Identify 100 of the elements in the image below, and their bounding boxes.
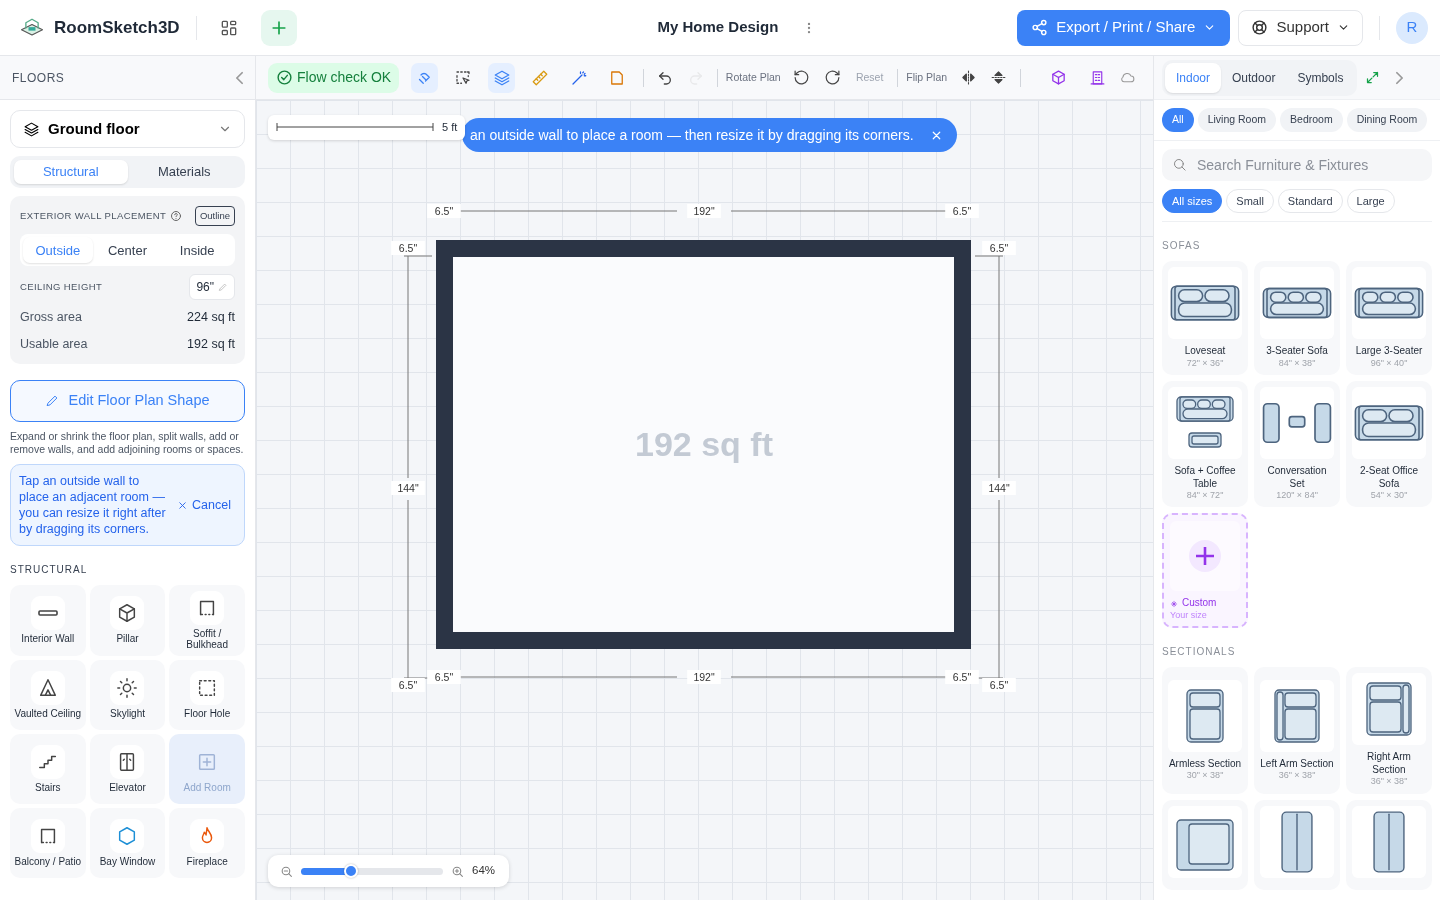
panel-title: FLOORS (12, 69, 65, 87)
category-tab[interactable]: Outdoor (1221, 62, 1287, 93)
dimension-label: 6.5" (945, 204, 979, 218)
furniture-card[interactable] (1346, 799, 1432, 890)
expand-icon[interactable] (1365, 70, 1381, 85)
structure-tool[interactable]: Interior Wall (10, 585, 86, 656)
room-filter[interactable]: Bedroom (1280, 108, 1343, 132)
zoom-slider[interactable] (301, 867, 443, 875)
flip-vertical-icon (990, 69, 1008, 86)
layers-icon (23, 120, 40, 138)
section-heading: STRUCTURAL (10, 563, 89, 577)
structure-tool[interactable]: Balcony / Patio (10, 808, 86, 878)
furniture-card[interactable]: 2-Seat Office Sofa 54" × 30" (1346, 381, 1432, 508)
category-tab[interactable]: Symbols (1286, 62, 1355, 93)
size-filter[interactable]: Standard (1277, 188, 1343, 214)
dimension-label: 192" (687, 204, 721, 218)
wall-icon (37, 610, 58, 617)
chevron-right-icon[interactable] (1396, 70, 1404, 85)
help-icon (170, 210, 183, 223)
panel-tab[interactable]: Materials (127, 160, 241, 184)
structure-tool[interactable]: Stairs (10, 734, 86, 804)
cancel-button[interactable]: Cancel (177, 497, 231, 513)
area-value: 192 sq ft (187, 336, 235, 353)
support-button[interactable]: Support (1238, 9, 1363, 46)
panel-tab[interactable]: Structural (14, 160, 128, 184)
cube-icon (1050, 69, 1067, 86)
flow-check-button[interactable]: Flow check OK (268, 62, 400, 93)
toast-text: an outside wall to place a room — then resize it by dragging its corners. (470, 125, 914, 145)
furniture-card[interactable]: 3-Seater Sofa 84" × 38" (1254, 261, 1340, 375)
room-filter[interactable]: Living Room (1197, 108, 1277, 132)
custom-item-card[interactable]: Custom Your size (1162, 513, 1248, 629)
structure-tool[interactable]: Bay Window (89, 808, 166, 878)
share-icon (1031, 19, 1049, 36)
scale-bar: 5 ft (268, 115, 466, 140)
zoom-reading: 64% (472, 863, 496, 879)
placement-option[interactable]: Inside (162, 237, 232, 264)
room-filter[interactable]: All (1162, 108, 1194, 132)
furniture-name: Armless Section (1168, 757, 1242, 770)
structure-tool[interactable]: Soffit / Bulkhead (169, 585, 245, 656)
tool-button[interactable] (488, 62, 515, 93)
furniture-card[interactable]: Sofa + Coffee Table 84" × 72" (1162, 381, 1248, 508)
furniture-card[interactable]: Right Arm Section 36" × 38" (1346, 667, 1432, 794)
furniture-name: Large 3-Seater (1354, 345, 1424, 358)
hint-text: Tap an outside wall to place an adjacent room — you can resize it right after by dragging its corners. (19, 473, 167, 537)
structure-tool[interactable]: Skylight (89, 660, 166, 730)
dimension-label: 144" (982, 481, 1016, 495)
dimension-label: 6.5" (391, 678, 425, 692)
area-label: Usable area (20, 336, 88, 353)
furniture-card[interactable]: Armless Section 30" × 38" (1162, 667, 1248, 794)
structure-tool[interactable]: Elevator (89, 734, 166, 804)
undo-icon (657, 69, 673, 86)
area-label: Gross area (20, 309, 82, 327)
rotate-label: Rotate Plan (725, 69, 781, 85)
close-icon (177, 499, 188, 511)
slider-thumb[interactable] (343, 863, 358, 878)
furniture-size: 96" × 40" (1369, 357, 1409, 369)
furniture-card[interactable]: Conversation Set 120" × 84" (1254, 381, 1340, 508)
structure-tool[interactable]: Pillar (89, 585, 166, 656)
help-text: Expand or shrink the floor plan, split walls, add or remove walls, and add adjoining rooms or spaces. (10, 429, 245, 456)
layers-icon (492, 68, 511, 87)
category-tab[interactable]: Indoor (1165, 62, 1222, 93)
size-filter[interactable]: All sizes (1162, 188, 1223, 214)
furniture-card[interactable] (1162, 799, 1248, 890)
structure-tool[interactable]: Fireplace (169, 808, 245, 878)
design-title: My Home Design (657, 17, 779, 38)
furniture-card[interactable]: Left Arm Section 36" × 38" (1254, 667, 1340, 794)
dimension-label: 6.5" (391, 241, 425, 255)
dimension-label: 6.5" (945, 670, 979, 684)
furniture-card[interactable] (1254, 799, 1340, 890)
room-filter[interactable]: Dining Room (1346, 108, 1428, 132)
edit-shape-button[interactable]: Edit Floor Plan Shape (10, 379, 245, 422)
app-name: RoomSketch3D (54, 16, 180, 39)
furniture-card[interactable]: Large 3-Seater 96" × 40" (1346, 261, 1432, 375)
furniture-name: Sofa + Coffee Table (1173, 465, 1237, 490)
furniture-name: Loveseat (1183, 345, 1227, 358)
ceiling-height-field[interactable]: 96" (189, 274, 235, 301)
tool-button[interactable] (411, 62, 438, 93)
furniture-size: 120" × 84" (1275, 490, 1319, 502)
zoom-in-icon (451, 864, 464, 878)
chevron-left-icon[interactable] (236, 70, 243, 85)
add-button[interactable] (260, 9, 297, 46)
size-filter[interactable]: Large (1346, 188, 1395, 214)
floor-select[interactable]: Ground floor (10, 110, 245, 148)
placement-option[interactable]: Center (92, 237, 163, 264)
furniture-card[interactable]: Loveseat 72" × 36" (1162, 261, 1248, 375)
size-filter[interactable]: Small (1226, 188, 1274, 214)
zoom-out-icon[interactable] (280, 864, 293, 878)
export-button[interactable]: Export / Print / Share (1017, 9, 1231, 46)
structure-tool[interactable]: Vaulted Ceiling (10, 660, 86, 730)
structure-tool[interactable]: Floor Hole (169, 660, 245, 730)
search-input[interactable]: Search Furniture & Fixtures (1195, 149, 1422, 180)
furniture-size: 84" × 72" (1185, 490, 1225, 502)
sparkle-icon (1170, 599, 1178, 608)
placement-option[interactable]: Outside (23, 237, 93, 264)
field-label: CEILING HEIGHT (20, 280, 103, 295)
dimension-label: 192" (687, 670, 721, 684)
custom-size: Your size (1170, 609, 1208, 621)
flip-label: Flip Plan (906, 69, 948, 85)
search-field[interactable]: Search Furniture & Fixtures (1162, 148, 1432, 181)
outline-badge[interactable]: Outline (194, 206, 235, 227)
